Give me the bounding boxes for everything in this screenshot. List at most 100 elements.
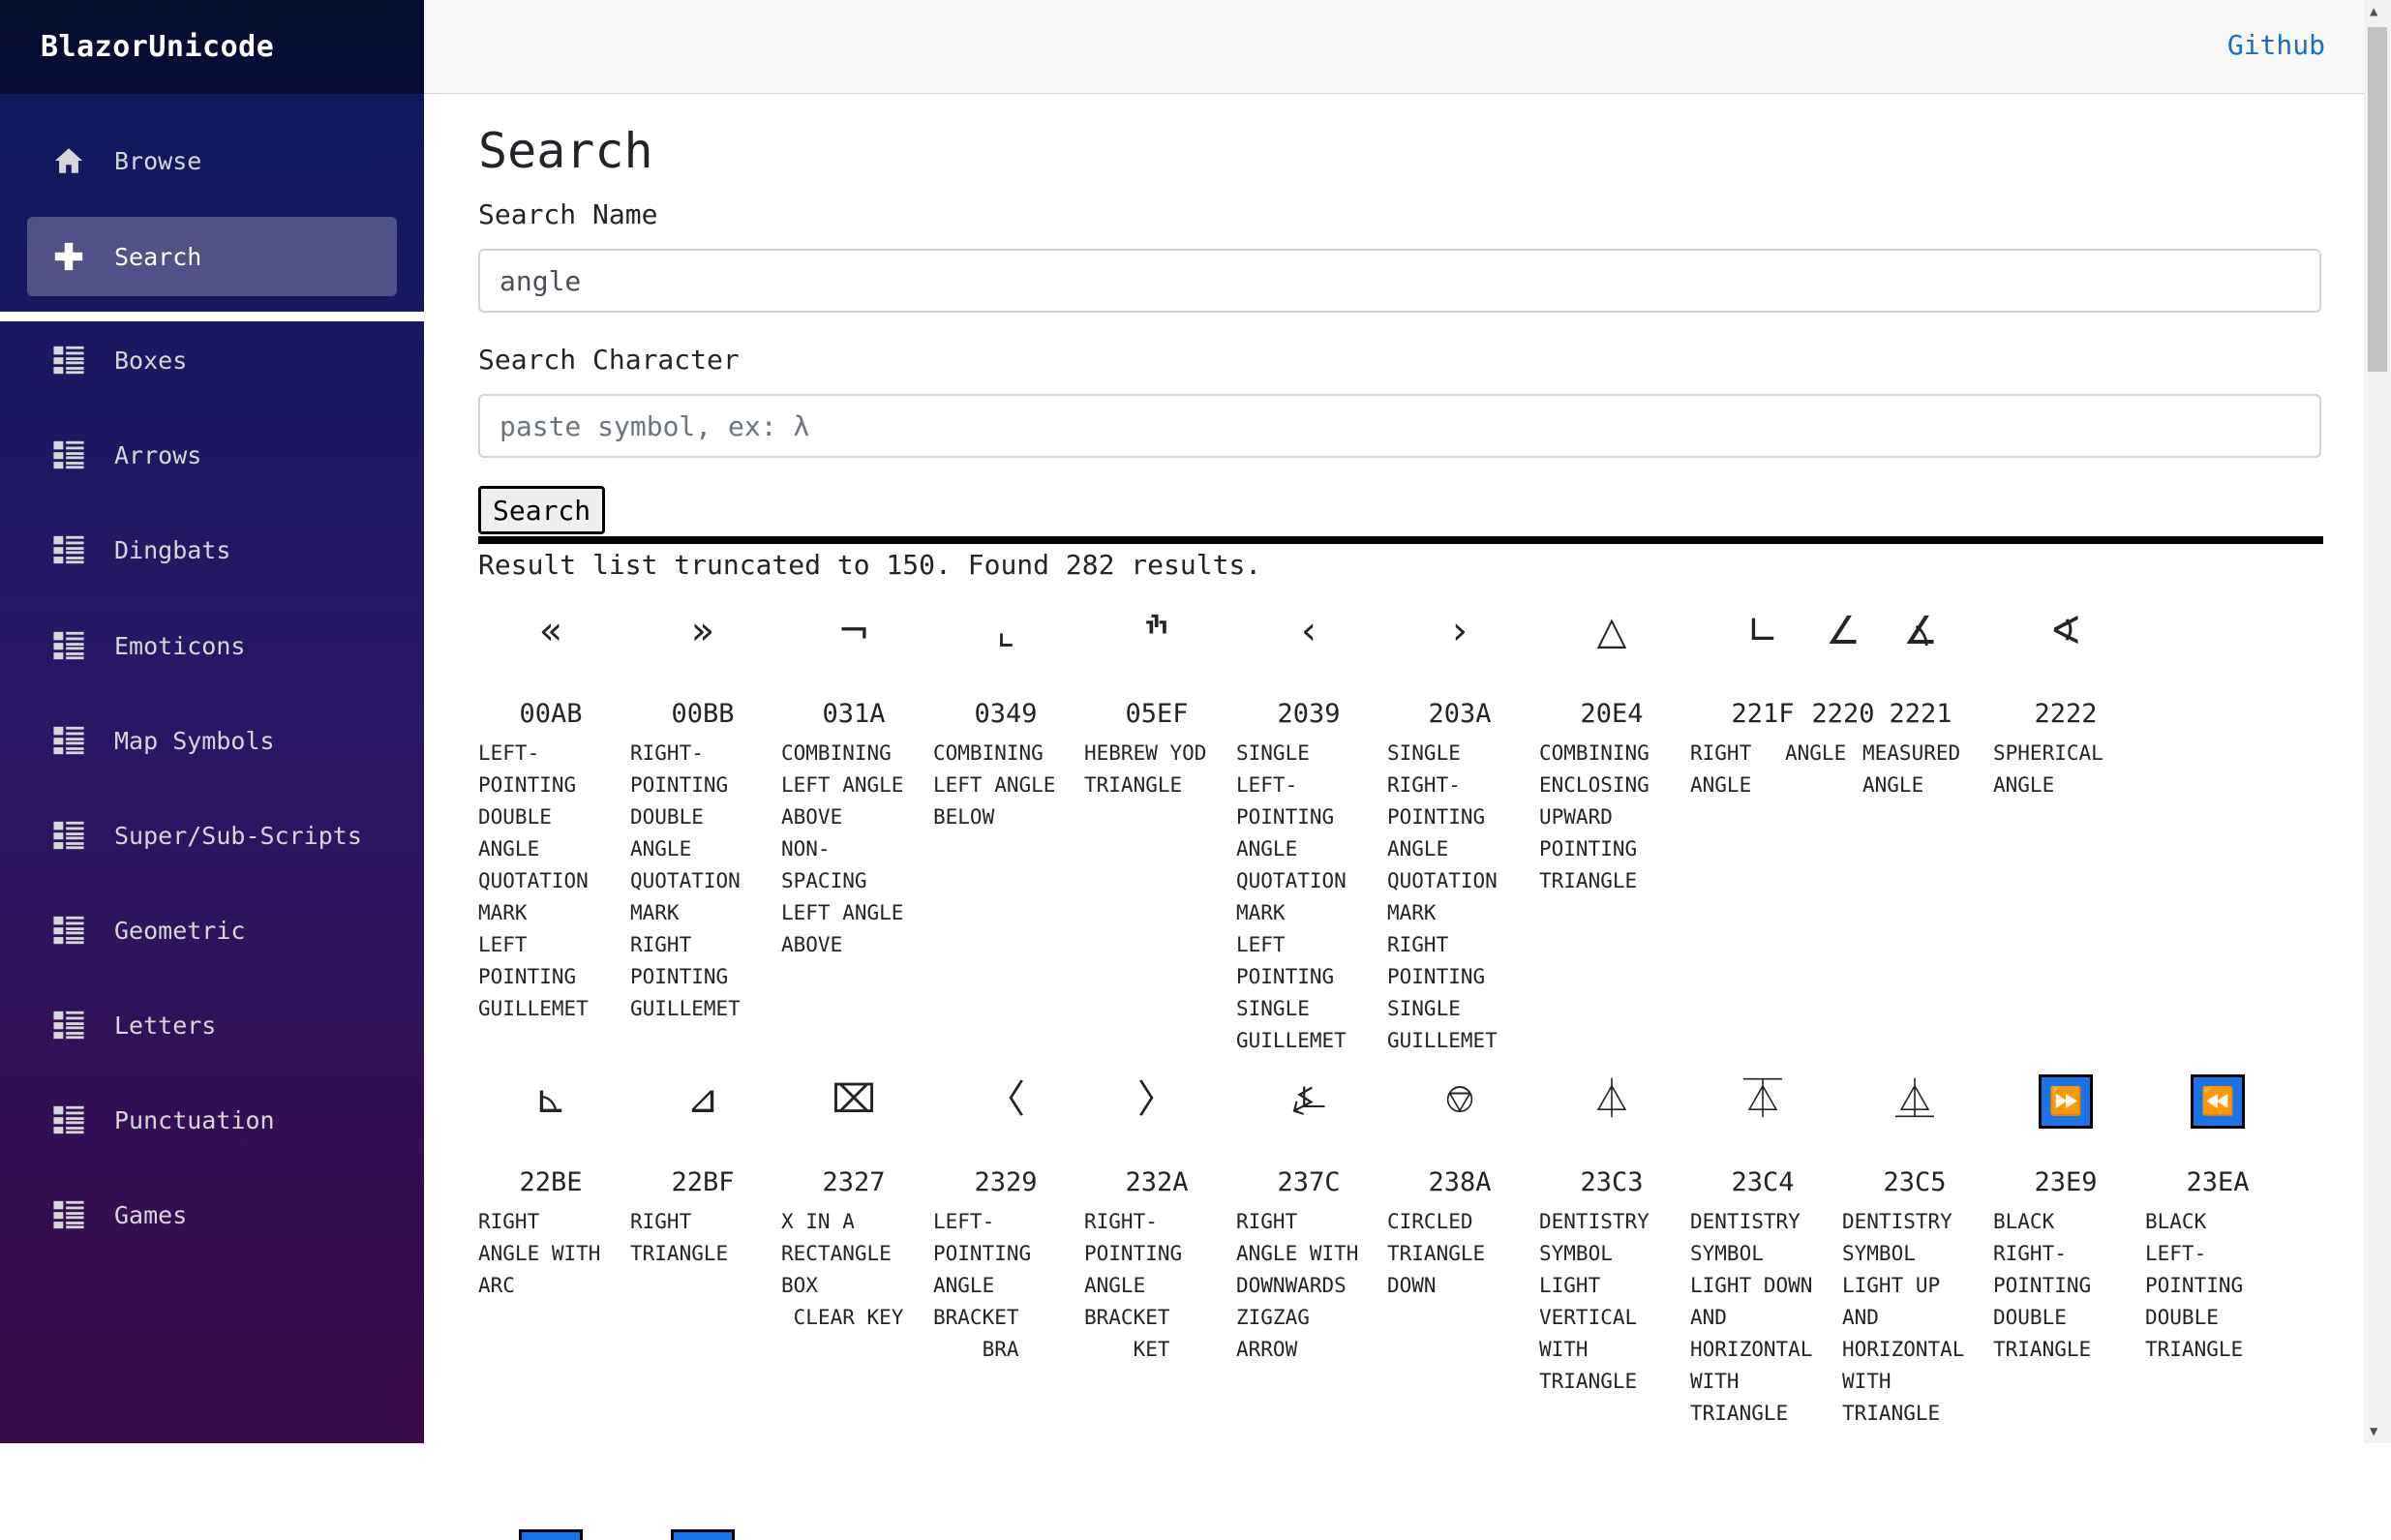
result-glyph: ⊾ xyxy=(534,1077,567,1122)
result-code: 2039 xyxy=(1277,699,1341,729)
result-glyph: ⏄ xyxy=(1743,1077,1782,1122)
list-icon xyxy=(52,1009,85,1042)
scroll-thumb[interactable] xyxy=(2368,27,2387,372)
result-name: RIGHT- POINTING DOUBLE ANGLE QUOTATION M… xyxy=(630,741,741,1020)
result-glyph: ¬ xyxy=(837,609,870,653)
list-icon xyxy=(52,1198,85,1231)
page-title: Search xyxy=(478,123,653,179)
scroll-up-icon[interactable]: ▲ xyxy=(2370,4,2377,19)
result-code: 23EA xyxy=(2186,1167,2250,1197)
result-name: LEFT- POINTING DOUBLE ANGLE QUOTATION MA… xyxy=(478,741,589,1020)
result-code: 031A xyxy=(822,699,886,729)
result-name: COMBINING ENCLOSING UPWARD POINTING TRIA… xyxy=(1539,741,1649,892)
result-glyph: « xyxy=(538,609,563,653)
nav-item-arrows[interactable]: Arrows xyxy=(27,415,397,495)
github-link[interactable]: Github xyxy=(2227,29,2325,61)
result-name: SPHERICAL ANGLE xyxy=(1993,741,2103,797)
search-character-input[interactable] xyxy=(478,394,2321,458)
result-code: 232A xyxy=(1125,1167,1189,1197)
result-name: SINGLE LEFT- POINTING ANGLE QUOTATION MA… xyxy=(1236,741,1347,1052)
list-icon xyxy=(52,438,85,471)
result-code: 23C4 xyxy=(1731,1167,1795,1197)
result-code: 0349 xyxy=(974,699,1038,729)
list-icon xyxy=(52,724,85,757)
result-code: 05EF xyxy=(1125,699,1189,729)
result-code: 2222 xyxy=(2034,699,2098,729)
result-name: DENTISTRY SYMBOL LIGHT DOWN AND HORIZONT… xyxy=(1690,1210,1813,1425)
result-glyph: ⊿ xyxy=(686,1077,719,1122)
nav-item-emoticons[interactable]: Emoticons xyxy=(27,606,397,685)
result-code: 22BF xyxy=(671,1167,735,1197)
nav-item-games[interactable]: Games xyxy=(27,1175,397,1254)
nav-item-label: Emoticons xyxy=(114,631,246,660)
result-code: 20E4 xyxy=(1580,699,1644,729)
result-name: HEBREW YOD TRIANGLE xyxy=(1084,741,1207,797)
nav-item-letters[interactable]: Letters xyxy=(27,985,397,1065)
result-glyph: ⏃ xyxy=(1592,1077,1631,1122)
result-name: RIGHT ANGLE WITH DOWNWARDS ZIGZAG ARROW xyxy=(1236,1210,1359,1361)
result-glyph: ⏅ xyxy=(1895,1077,1934,1122)
scroll-down-icon[interactable]: ▼ xyxy=(2370,1424,2377,1439)
top-bar: Github xyxy=(424,0,2364,94)
result-glyph: › xyxy=(1452,609,1468,653)
result-code: 237C xyxy=(1277,1167,1341,1197)
result-code: 22BE xyxy=(519,1167,583,1197)
nav-item-map-symbols[interactable]: Map Symbols xyxy=(27,701,397,780)
result-glyph: ׯ xyxy=(1144,609,1169,653)
result-name: RIGHT- POINTING ANGLE BRACKET KET xyxy=(1084,1210,1183,1361)
result-glyph: ⏩ xyxy=(1993,1061,2138,1138)
result-glyph: ∡ xyxy=(1903,609,1938,653)
result-glyph-partial[interactable] xyxy=(519,1529,583,1540)
result-code: 00BB xyxy=(671,699,735,729)
result-code: 00AB xyxy=(519,699,583,729)
nav-item-boxes[interactable]: Boxes xyxy=(27,320,397,400)
result-name: RIGHT ANGLE WITH ARC xyxy=(478,1210,601,1297)
nav-item-super-sub-scripts[interactable]: Super/Sub-Scripts xyxy=(27,796,397,875)
result-name: LEFT- POINTING ANGLE BRACKET BRA xyxy=(933,1210,1032,1361)
search-button[interactable]: Search xyxy=(478,486,606,534)
result-glyph: ⌧ xyxy=(831,1077,877,1122)
result-glyph: ∢ xyxy=(2049,609,2082,653)
result-glyph: » xyxy=(690,609,715,653)
result-glyph: ‹ xyxy=(1301,609,1317,653)
home-icon xyxy=(52,144,85,177)
result-name: RIGHT TRIANGLE xyxy=(630,1210,729,1265)
result-code: 2329 xyxy=(974,1167,1038,1197)
result-name: COMBINING LEFT ANGLE ABOVE NON- SPACING … xyxy=(781,741,904,956)
list-icon xyxy=(52,914,85,947)
nav-item-label: Map Symbols xyxy=(114,726,275,755)
nav-item-browse[interactable]: Browse xyxy=(27,121,397,200)
result-glyph-partial[interactable] xyxy=(671,1529,735,1540)
nav-item-label: Boxes xyxy=(114,346,188,375)
result-code: 238A xyxy=(1428,1167,1492,1197)
nav-item-punctuation[interactable]: Punctuation xyxy=(27,1080,397,1160)
nav-item-label: Arrows xyxy=(114,440,202,469)
list-icon xyxy=(52,533,85,566)
result-code: 203A xyxy=(1428,699,1492,729)
result-glyph: △ xyxy=(1596,609,1627,653)
nav-item-label: Letters xyxy=(114,1011,217,1040)
nav-item-search[interactable]: Search xyxy=(27,217,397,296)
plus-icon xyxy=(52,240,85,273)
nav-item-geometric[interactable]: Geometric xyxy=(27,891,397,970)
result-name: BLACK RIGHT- POINTING DOUBLE TRIANGLE xyxy=(1993,1210,2092,1361)
result-glyph: ⏪ xyxy=(2145,1061,2290,1138)
result-name: COMBINING LEFT ANGLE BELOW xyxy=(933,741,1056,829)
result-name: BLACK LEFT- POINTING DOUBLE TRIANGLE xyxy=(2145,1210,2244,1361)
nav-item-label: Search xyxy=(114,242,202,271)
result-code: 23C5 xyxy=(1883,1167,1947,1197)
sidebar: BlazorUnicode Browse Search Boxes Arrows Din… xyxy=(0,0,424,1443)
result-glyph: 〈 xyxy=(986,1077,1025,1122)
result-code: 23E9 xyxy=(2034,1167,2098,1197)
result-code: 2221 xyxy=(1889,699,1952,729)
result-code: 23C3 xyxy=(1580,1167,1644,1197)
search-name-input[interactable] xyxy=(478,249,2321,313)
nav-item-label: Browse xyxy=(114,146,202,175)
list-icon xyxy=(52,819,85,852)
result-glyph: ⎊ xyxy=(1444,1077,1475,1122)
brand-title[interactable]: BlazorUnicode xyxy=(0,0,424,94)
result-name: MEASURED ANGLE xyxy=(1862,741,1961,797)
nav-item-dingbats[interactable]: Dingbats xyxy=(27,510,397,589)
result-name: SINGLE RIGHT- POINTING ANGLE QUOTATION M… xyxy=(1387,741,1498,1052)
vertical-scrollbar[interactable]: ▲ ▼ xyxy=(2364,0,2391,1443)
